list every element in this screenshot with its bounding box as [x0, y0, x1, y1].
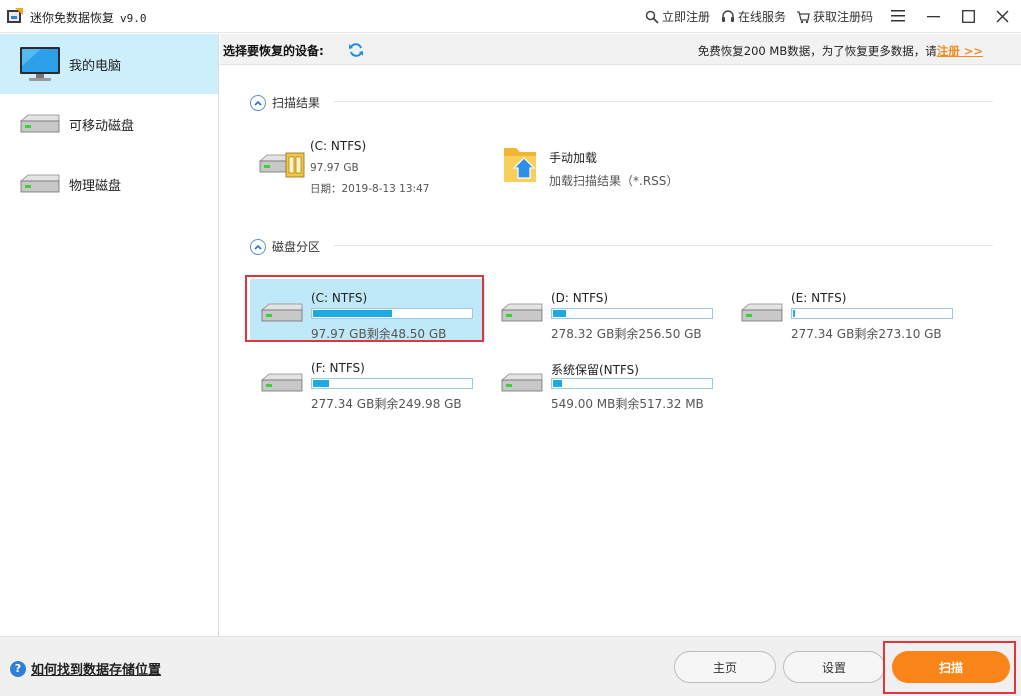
- sidebar-item-my-computer[interactable]: 我的电脑: [0, 34, 218, 94]
- monitor-icon: [19, 46, 61, 82]
- chevron-up-icon[interactable]: [250, 238, 266, 255]
- partition-name: (F: NTFS): [311, 361, 365, 375]
- promo-message: 免费恢复200 MB数据，为了恢复更多数据，请: [697, 44, 937, 58]
- register-link[interactable]: 注册 >>: [937, 44, 983, 58]
- partition-card[interactable]: (D: NTFS) 278.32 GB剩余256.50 GB: [490, 279, 725, 341]
- app-title: 迷你免数据恢复 v9.0: [30, 9, 147, 26]
- usage-bar: [791, 308, 953, 319]
- drive-icon: [260, 373, 303, 392]
- section-divider: [334, 101, 993, 102]
- footer-bar: ? 如何找到数据存储位置 主页 设置 扫描: [0, 636, 1021, 696]
- online-service-link[interactable]: 在线服务: [721, 8, 786, 25]
- scan-highlight-box: [883, 641, 1016, 694]
- home-button[interactable]: 主页: [674, 651, 776, 683]
- partition-name: (D: NTFS): [551, 291, 609, 305]
- manual-load-subtitle: 加载扫描结果（*.RSS）: [549, 174, 679, 188]
- drive-icon: [740, 303, 783, 322]
- headset-icon: [722, 9, 734, 22]
- selection-highlight-box: [245, 275, 484, 342]
- usage-bar-fill: [313, 380, 329, 387]
- manual-load-title: 手动加载: [549, 151, 598, 165]
- promo-text: 免费恢复200 MB数据，为了恢复更多数据，请注册 >>: [698, 43, 983, 59]
- sidebar-item-physical-disk[interactable]: 物理磁盘: [0, 154, 218, 214]
- maximize-icon: [961, 9, 975, 23]
- usage-bar: [311, 378, 473, 389]
- partition-capacity: 549.00 MB剩余517.32 MB: [551, 397, 704, 411]
- section-divider: [334, 245, 993, 246]
- partitions-header: 磁盘分区: [250, 238, 320, 255]
- sidebar-item-label: 我的电脑: [69, 58, 122, 74]
- scan-result-name: (C: NTFS): [310, 139, 367, 153]
- partition-capacity: 278.32 GB剩余256.50 GB: [551, 327, 702, 341]
- sidebar-item-label: 物理磁盘: [69, 178, 122, 194]
- usage-bar-fill: [793, 310, 795, 317]
- close-button[interactable]: [990, 5, 1014, 27]
- partition-capacity: 277.34 GB剩余249.98 GB: [311, 397, 462, 411]
- minimize-button[interactable]: [921, 5, 945, 27]
- register-now-label: 立即注册: [662, 10, 711, 24]
- maximize-button[interactable]: [956, 5, 980, 27]
- help-link[interactable]: ? 如何找到数据存储位置: [10, 659, 161, 678]
- partition-card[interactable]: 系统保留(NTFS) 549.00 MB剩余517.32 MB: [490, 349, 725, 411]
- partition-card[interactable]: (F: NTFS) 277.34 GB剩余249.98 GB: [250, 349, 485, 411]
- folder-import-icon: [504, 148, 536, 182]
- key-search-icon: [645, 10, 659, 24]
- register-now-link[interactable]: 立即注册: [645, 8, 710, 25]
- device-toolbar: 选择要恢复的设备: 免费恢复200 MB数据，为了恢复更多数据，请注册 >>: [220, 34, 1021, 65]
- minimize-icon: [926, 16, 940, 18]
- sidebar-item-label: 可移动磁盘: [69, 118, 135, 134]
- help-question-icon: ?: [10, 660, 26, 677]
- close-icon: [996, 10, 1008, 22]
- drive-with-result-icon: [258, 152, 305, 178]
- hamburger-icon: [891, 10, 905, 22]
- partition-name: 系统保留(NTFS): [551, 363, 639, 377]
- get-code-link[interactable]: 获取注册码: [796, 8, 873, 25]
- sidebar-item-removable-disk[interactable]: 可移动磁盘: [0, 94, 218, 154]
- manual-load-item[interactable]: 手动加载 加载扫描结果（*.RSS）: [502, 140, 702, 190]
- menu-button[interactable]: [886, 5, 910, 27]
- online-service-label: 在线服务: [738, 10, 787, 24]
- title-bar: 迷你免数据恢复 v9.0 立即注册 在线服务 获取注册码: [0, 0, 1021, 33]
- scan-result-item[interactable]: (C: NTFS) 97.97 GB 日期：2019-8-13 13:47: [256, 136, 476, 200]
- partition-capacity: 277.34 GB剩余273.10 GB: [791, 327, 942, 341]
- partitions-title: 磁盘分区: [272, 240, 321, 254]
- app-name: 迷你免数据恢复: [30, 11, 115, 25]
- app-version: v9.0: [120, 12, 147, 25]
- get-code-label: 获取注册码: [813, 10, 874, 24]
- help-link-label: 如何找到数据存储位置: [31, 663, 162, 678]
- cart-icon: [797, 10, 810, 23]
- drive-icon: [19, 173, 61, 195]
- app-logo-icon: [7, 8, 23, 23]
- scan-results-header: 扫描结果: [250, 94, 320, 111]
- usage-bar: [551, 308, 713, 319]
- partition-card[interactable]: (E: NTFS) 277.34 GB剩余273.10 GB: [730, 279, 965, 341]
- select-device-label: 选择要恢复的设备:: [223, 44, 324, 58]
- refresh-icon[interactable]: [348, 42, 364, 58]
- scan-result-size: 97.97 GB: [310, 162, 359, 174]
- scan-result-date: 日期：2019-8-13 13:47: [310, 183, 430, 195]
- drive-icon: [500, 303, 543, 322]
- scan-results-title: 扫描结果: [272, 96, 321, 110]
- partition-name: (E: NTFS): [791, 291, 847, 305]
- usage-bar-fill: [553, 310, 566, 317]
- drive-icon: [19, 113, 61, 135]
- drive-icon: [500, 373, 543, 392]
- usage-bar: [551, 378, 713, 389]
- settings-button[interactable]: 设置: [783, 651, 885, 683]
- chevron-up-icon[interactable]: [250, 94, 266, 111]
- sidebar: 我的电脑 可移动磁盘 物理磁盘: [0, 34, 219, 636]
- usage-bar-fill: [553, 380, 562, 387]
